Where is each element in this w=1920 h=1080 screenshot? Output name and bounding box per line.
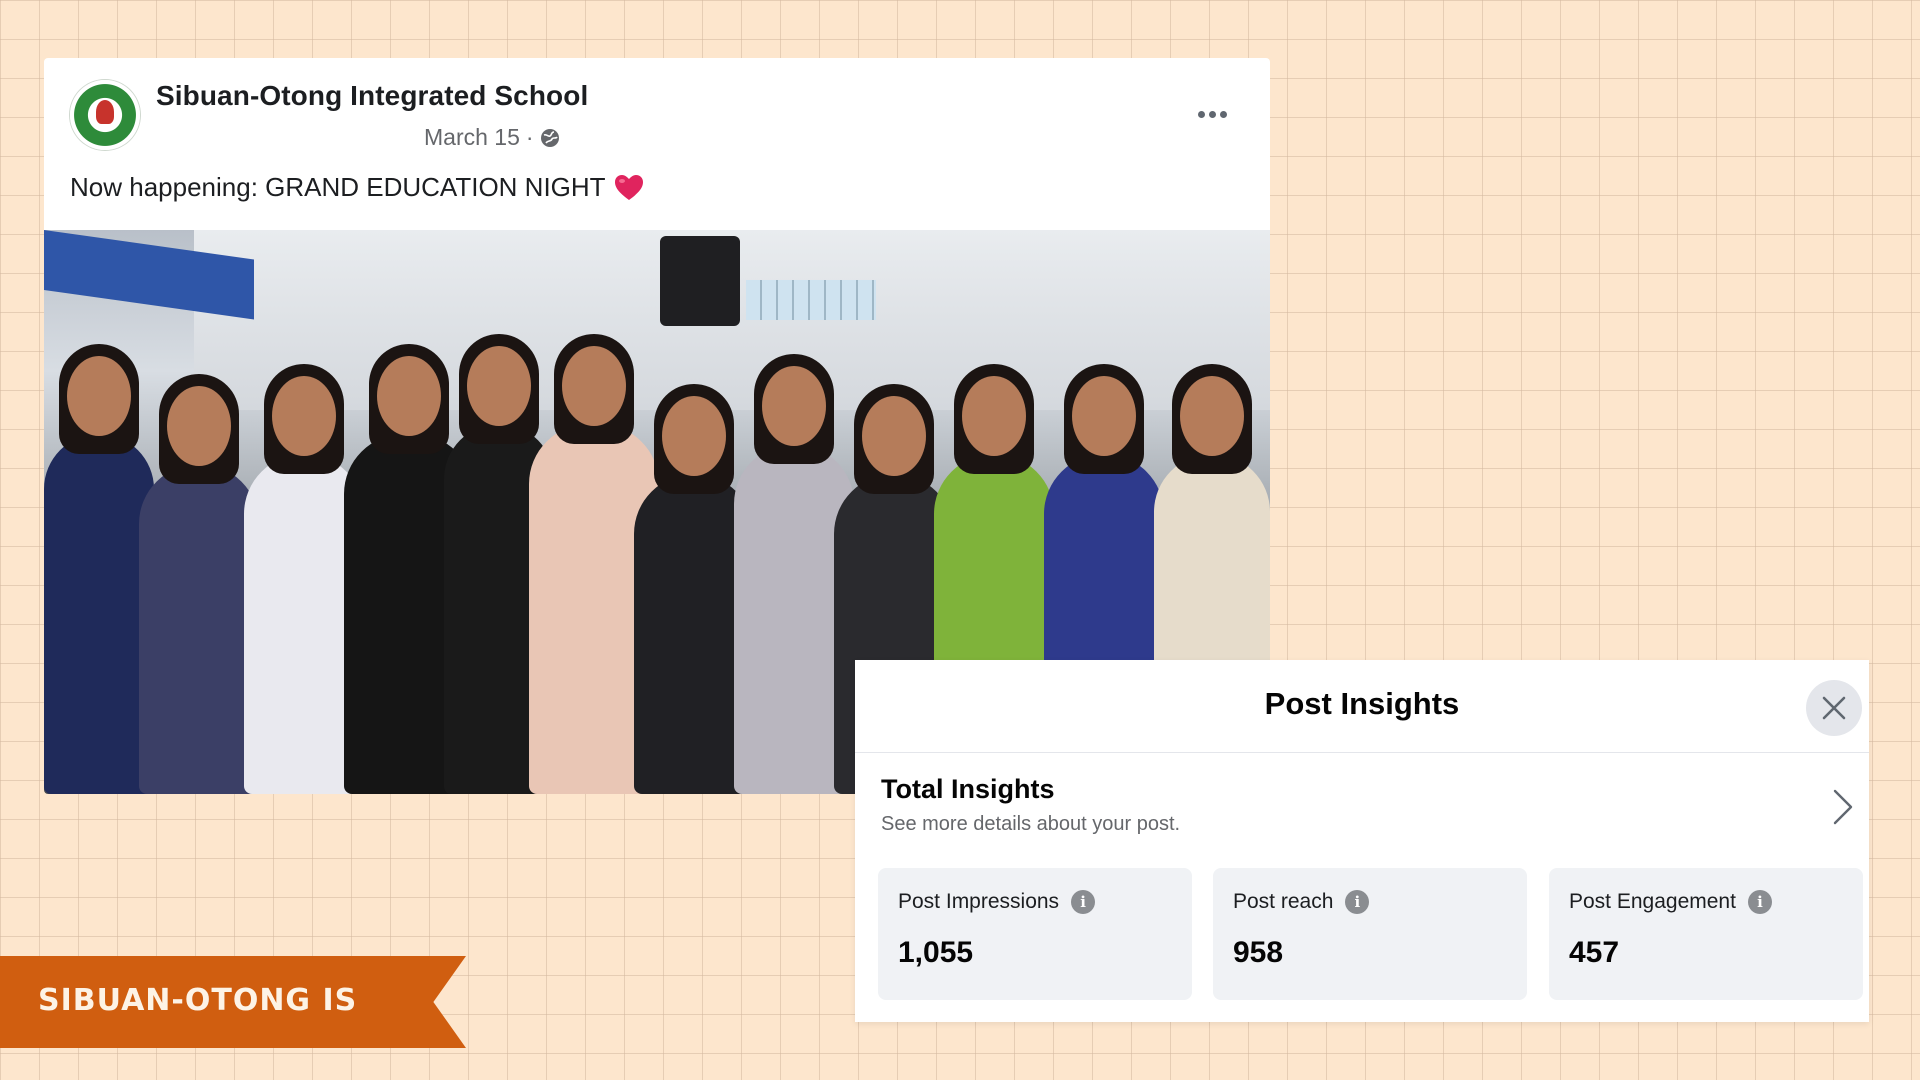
page-name-link[interactable]: Sibuan-Otong Integrated School	[156, 80, 588, 112]
total-insights-link[interactable]: Total Insights See more details about yo…	[855, 756, 1869, 848]
globe-icon[interactable]	[540, 128, 560, 148]
metric-label-text: Post reach	[1233, 890, 1334, 913]
metric-label: Post reach i	[1233, 890, 1370, 914]
meta-separator: ·	[525, 124, 534, 150]
post-date[interactable]: March 15	[424, 124, 520, 151]
metric-label-text: Post Impressions	[898, 890, 1060, 913]
more-dot-icon	[1197, 110, 1205, 118]
close-button[interactable]	[1806, 680, 1862, 736]
heart-icon	[614, 174, 643, 200]
metric-card-impressions: Post Impressions i 1,055	[878, 868, 1192, 1000]
info-icon[interactable]: i	[1345, 890, 1370, 914]
metric-label: Post Impressions i	[898, 890, 1096, 914]
metric-label-text: Post Engagement	[1569, 890, 1736, 913]
post-meta: March 15 ·	[424, 124, 560, 151]
post-message: Now happening: GRAND EDUCATION NIGHT	[70, 172, 606, 202]
metric-value: 958	[1233, 936, 1284, 969]
metric-value: 1,055	[898, 936, 974, 969]
more-options-button[interactable]	[1188, 100, 1236, 128]
school-logo-avatar[interactable]	[70, 80, 140, 150]
post-insights-panel: Post Insights Total Insights See more de…	[855, 660, 1869, 1022]
logo-emblem	[96, 100, 114, 124]
metric-card-reach: Post reach i 958	[1213, 868, 1527, 1000]
chevron-right-icon	[1833, 789, 1853, 825]
metric-value: 457	[1569, 936, 1620, 969]
insights-title: Post Insights	[1264, 686, 1460, 721]
total-insights-subtitle: See more details about your post.	[881, 813, 1181, 835]
insights-divider	[855, 752, 1869, 753]
metric-card-engagement: Post Engagement i 457	[1549, 868, 1863, 1000]
ribbon-banner: SIBUAN-OTONG IS	[0, 956, 466, 1048]
more-dot-icon	[1208, 110, 1216, 118]
post-text: Now happening: GRAND EDUCATION NIGHT	[70, 172, 644, 203]
photo-person	[139, 374, 259, 794]
metric-label: Post Engagement i	[1569, 890, 1772, 914]
info-icon[interactable]: i	[1747, 890, 1772, 914]
total-insights-title: Total Insights	[881, 774, 1055, 804]
info-icon[interactable]: i	[1071, 890, 1096, 914]
banner-text: SIBUAN-OTONG IS	[38, 983, 358, 1018]
close-icon	[1822, 696, 1846, 720]
photo-person	[44, 344, 154, 794]
more-dot-icon	[1219, 110, 1227, 118]
